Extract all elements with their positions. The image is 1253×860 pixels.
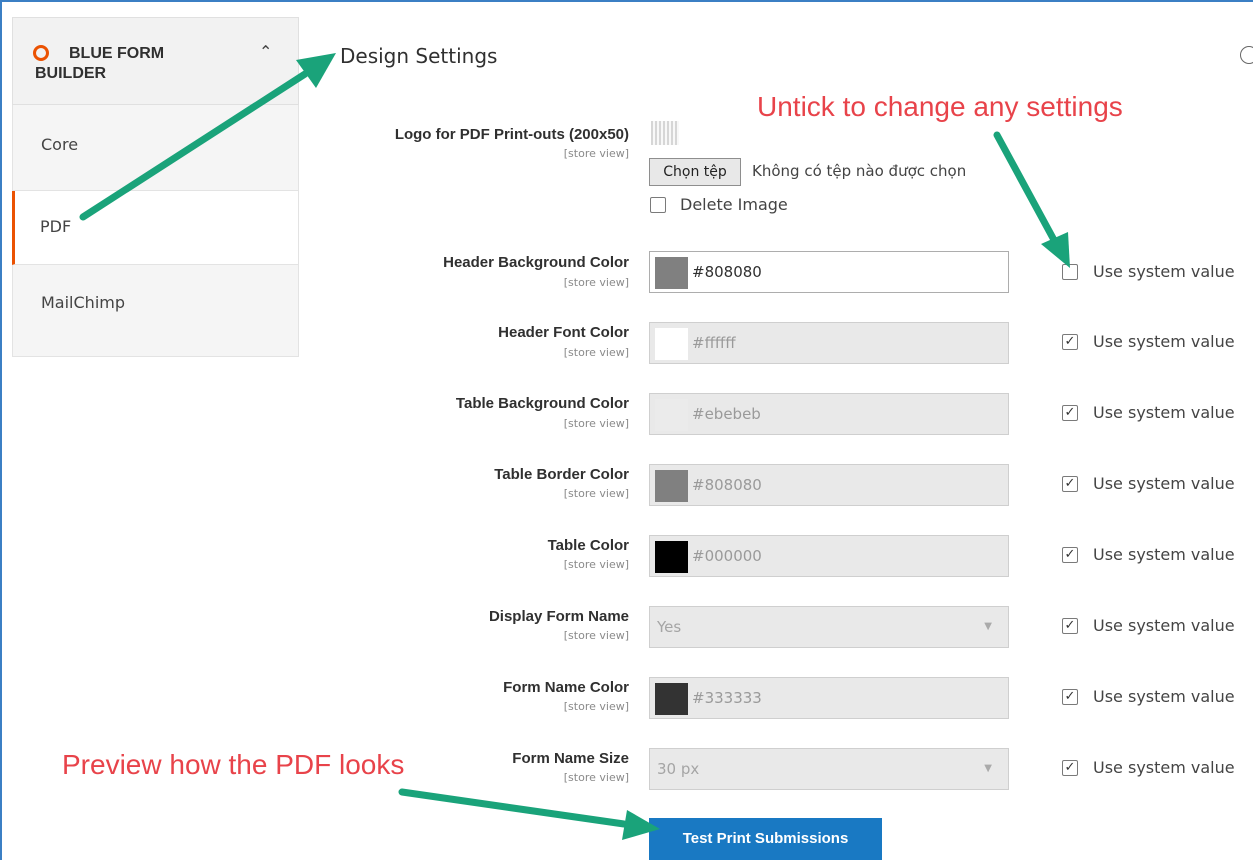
arrowhead-test-button [622,810,660,840]
arrow-to-checkbox [993,131,1058,244]
annotation-arrows [79,53,1070,840]
arrow-to-design-settings [79,70,309,221]
arrow-to-test-button [398,788,628,828]
arrowhead-design-settings [296,53,336,88]
